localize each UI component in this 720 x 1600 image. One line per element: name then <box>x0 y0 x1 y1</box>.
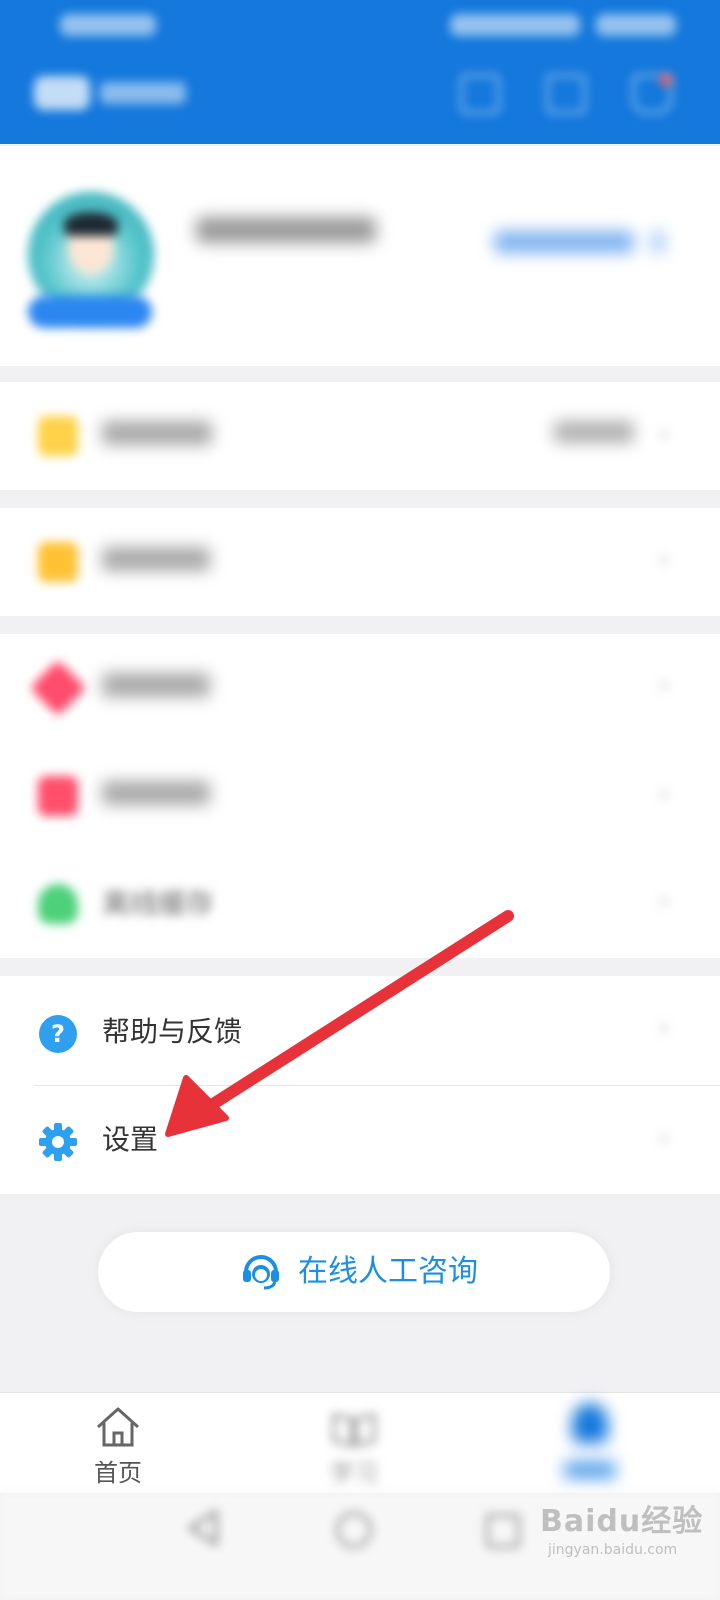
menu-item-label <box>102 544 210 580</box>
tab-label: 首页 <box>94 1459 142 1487</box>
status-icons <box>450 14 580 36</box>
member-badge <box>28 296 152 328</box>
menu-item-orders[interactable]: › <box>0 508 720 616</box>
recents-icon[interactable] <box>486 1514 520 1548</box>
chevron-right-icon: › <box>658 542 670 577</box>
svg-text:?: ? <box>51 1020 65 1048</box>
menu-item-notes[interactable]: › <box>0 634 720 742</box>
notification-dot <box>660 74 672 86</box>
wallet-icon <box>38 416 78 456</box>
menu-item-label <box>102 418 212 454</box>
clock <box>596 14 676 36</box>
menu-item-value <box>554 420 634 450</box>
menu-item-help[interactable]: 帮助与反馈 › <box>0 976 720 1084</box>
pencil-icon <box>29 659 87 717</box>
chevron-right-icon: › <box>658 668 670 703</box>
cloud-download-icon <box>38 884 78 924</box>
tab-label <box>564 1461 616 1479</box>
chevron-right-icon: › <box>658 1120 670 1155</box>
menu-group-orders: › <box>0 508 720 616</box>
app-header <box>0 0 720 144</box>
menu-item-label <box>102 778 210 814</box>
menu-item-label: 帮助与反馈 <box>102 1015 243 1048</box>
tab-study[interactable]: 学习 <box>284 1393 424 1493</box>
tab-mine[interactable] <box>520 1393 660 1493</box>
tab-home[interactable]: 首页 <box>48 1393 188 1493</box>
menu-group-account: › <box>0 382 720 490</box>
home-icon <box>96 1407 140 1447</box>
book-icon <box>332 1413 376 1447</box>
online-consult-button[interactable]: 在线人工咨询 <box>98 1232 610 1312</box>
baidu-watermark: Baidu经验 jingyan.baidu.com <box>540 1490 710 1580</box>
chevron-right-icon: › <box>658 1010 670 1045</box>
profile-card[interactable] <box>0 146 720 366</box>
gear-icon <box>39 1123 77 1161</box>
consult-label: 在线人工咨询 <box>298 1254 478 1289</box>
bottom-navigation: 首页 学习 <box>0 1392 720 1493</box>
profile-link[interactable] <box>494 230 665 260</box>
chevron-right-icon: › <box>658 884 670 919</box>
menu-item-settings[interactable]: 设置 › <box>0 1086 720 1194</box>
status-bar <box>0 0 720 50</box>
back-icon[interactable] <box>186 1510 220 1546</box>
order-icon <box>38 542 78 582</box>
carrier-indicator <box>60 14 156 36</box>
question-circle-icon: ? <box>39 1015 77 1053</box>
menu-item-label <box>102 670 210 706</box>
menu-item-label: 设置 <box>102 1123 159 1156</box>
headset-icon <box>243 1255 279 1290</box>
home-button-icon[interactable] <box>336 1512 372 1548</box>
collection-icon <box>38 776 78 816</box>
tab-label: 学习 <box>330 1459 378 1487</box>
menu-item-collection[interactable]: › <box>0 742 720 850</box>
message-icon[interactable] <box>546 74 586 114</box>
person-icon <box>572 1403 608 1443</box>
watermark-url: jingyan.baidu.com <box>548 1542 678 1558</box>
menu-item-offline-cache[interactable]: 离线缓存 › <box>0 850 720 958</box>
username <box>196 216 376 251</box>
watermark-text: Baidu经验 <box>540 1504 704 1539</box>
menu-group-study: › › 离线缓存 › <box>0 634 720 958</box>
chevron-right-icon: › <box>658 416 670 451</box>
menu-item-account[interactable]: › <box>0 382 720 490</box>
menu-item-label: 离线缓存 <box>102 887 215 920</box>
scan-icon[interactable] <box>460 74 500 114</box>
app-logo <box>34 74 194 114</box>
chevron-right-icon: › <box>658 776 670 811</box>
menu-group-support: 帮助与反馈 › 设置 › <box>0 976 720 1194</box>
